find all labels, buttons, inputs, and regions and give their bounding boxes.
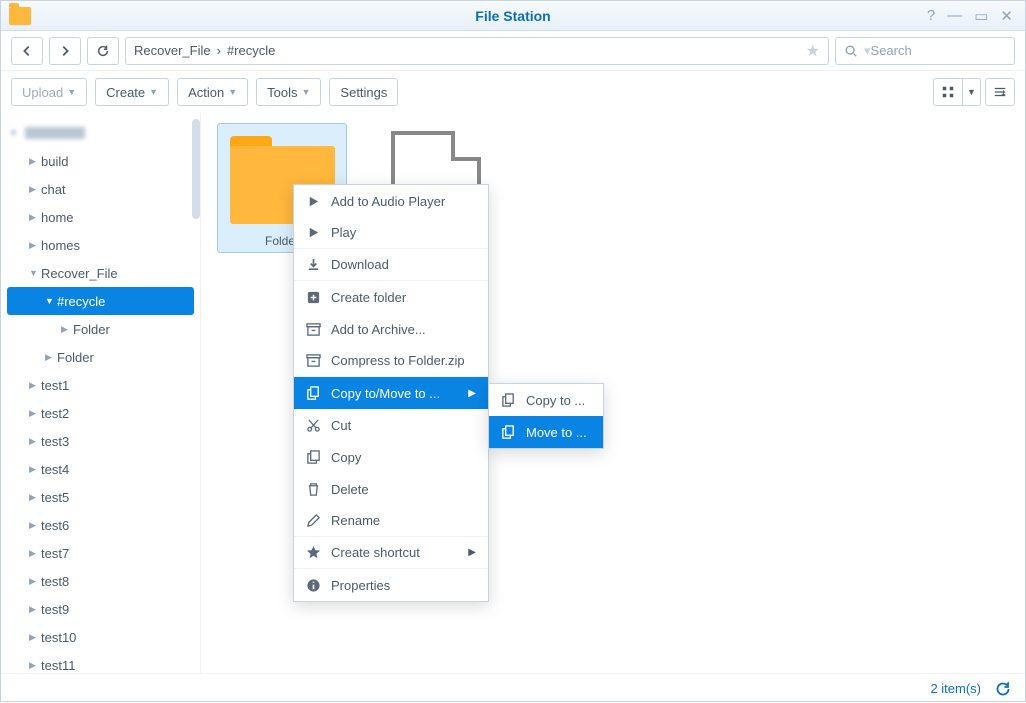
window-title: File Station — [475, 8, 550, 24]
close-icon[interactable]: ✕ — [1000, 7, 1013, 25]
tree-item[interactable]: ▶ chat — [1, 175, 200, 203]
breadcrumb[interactable]: Recover_File › #recycle ★ — [125, 37, 829, 65]
menu-item[interactable]: Add to Archive... — [294, 313, 488, 345]
submenu-item[interactable]: Move to ... — [489, 416, 603, 448]
tree-item[interactable]: ▶ test8 — [1, 567, 200, 595]
menu-item[interactable]: Add to Audio Player — [294, 185, 488, 217]
tree-item[interactable]: ▶ test10 — [1, 623, 200, 651]
upload-button[interactable]: Upload▼ — [11, 78, 87, 106]
menu-item[interactable]: Rename — [294, 505, 488, 537]
menu-item[interactable]: Copy — [294, 441, 488, 473]
menu-item[interactable]: Delete — [294, 473, 488, 505]
create-button[interactable]: Create▼ — [95, 78, 169, 106]
view-grid-button[interactable] — [933, 78, 963, 106]
tree-root[interactable]: ▼ — [1, 119, 200, 147]
navbar: Recover_File › #recycle ★ ▾ Search — [1, 31, 1025, 71]
menu-item[interactable]: Compress to Folder.zip — [294, 345, 488, 377]
menu-item[interactable]: Copy to/Move to ...▶ — [294, 377, 488, 409]
toolbar: Upload▼ Create▼ Action▼ Tools▼ Settings … — [1, 71, 1025, 113]
help-icon[interactable]: ? — [927, 7, 935, 25]
tree-item[interactable]: ▶ Folder — [1, 343, 200, 371]
minimize-icon[interactable]: — — [947, 7, 962, 25]
tree-item[interactable]: ▶ test4 — [1, 455, 200, 483]
tree-item[interactable]: ▶ test11 — [1, 651, 200, 673]
back-button[interactable] — [11, 37, 43, 65]
sort-button[interactable] — [985, 78, 1015, 106]
refresh-icon[interactable] — [995, 681, 1011, 697]
tree-item[interactable]: ▶ test9 — [1, 595, 200, 623]
tree-item[interactable]: ▶ test7 — [1, 539, 200, 567]
search-icon — [844, 44, 858, 58]
tree-item[interactable]: ▼ #recycle — [7, 287, 194, 315]
star-icon[interactable]: ★ — [806, 41, 820, 61]
tools-button[interactable]: Tools▼ — [256, 78, 321, 106]
tree-item[interactable]: ▶ test3 — [1, 427, 200, 455]
context-menu: Add to Audio PlayerPlayDownloadCreate fo… — [293, 184, 489, 602]
item-count: 2 item(s) — [930, 681, 981, 696]
menu-item[interactable]: Cut — [294, 409, 488, 441]
tree-item[interactable]: ▶ test2 — [1, 399, 200, 427]
breadcrumb-segment[interactable]: Recover_File — [134, 43, 211, 58]
view-dropdown-button[interactable]: ▼ — [963, 78, 981, 106]
menu-item[interactable]: Create folder — [294, 281, 488, 313]
sidebar: ▼ ▶ build▶ chat▶ home▶ homes▼ Recover_Fi… — [1, 113, 201, 673]
breadcrumb-segment[interactable]: #recycle — [227, 43, 275, 58]
maximize-icon[interactable]: ▭ — [974, 7, 988, 25]
tree-item[interactable]: ▶ build — [1, 147, 200, 175]
forward-button[interactable] — [49, 37, 81, 65]
chevron-right-icon: › — [217, 43, 221, 58]
search-input[interactable]: ▾ Search — [835, 37, 1015, 65]
submenu-item[interactable]: Copy to ... — [489, 384, 603, 416]
tree-item[interactable]: ▶ Folder — [1, 315, 200, 343]
menu-item[interactable]: Properties — [294, 569, 488, 601]
tree-item[interactable]: ▶ test6 — [1, 511, 200, 539]
submenu: Copy to ...Move to ... — [488, 383, 604, 449]
tree-item[interactable]: ▶ homes — [1, 231, 200, 259]
refresh-button[interactable] — [87, 37, 119, 65]
tree-item[interactable]: ▶ home — [1, 203, 200, 231]
settings-button[interactable]: Settings — [329, 78, 398, 106]
menu-item[interactable]: Create shortcut▶ — [294, 537, 488, 569]
statusbar: 2 item(s) — [1, 673, 1025, 703]
titlebar: File Station ? — ▭ ✕ — [1, 1, 1025, 31]
menu-item[interactable]: Download — [294, 249, 488, 281]
menu-item[interactable]: Play — [294, 217, 488, 249]
tree-item[interactable]: ▼ Recover_File — [1, 259, 200, 287]
action-button[interactable]: Action▼ — [177, 78, 248, 106]
app-icon — [9, 7, 31, 25]
tree-item[interactable]: ▶ test5 — [1, 483, 200, 511]
tree-item[interactable]: ▶ test1 — [1, 371, 200, 399]
